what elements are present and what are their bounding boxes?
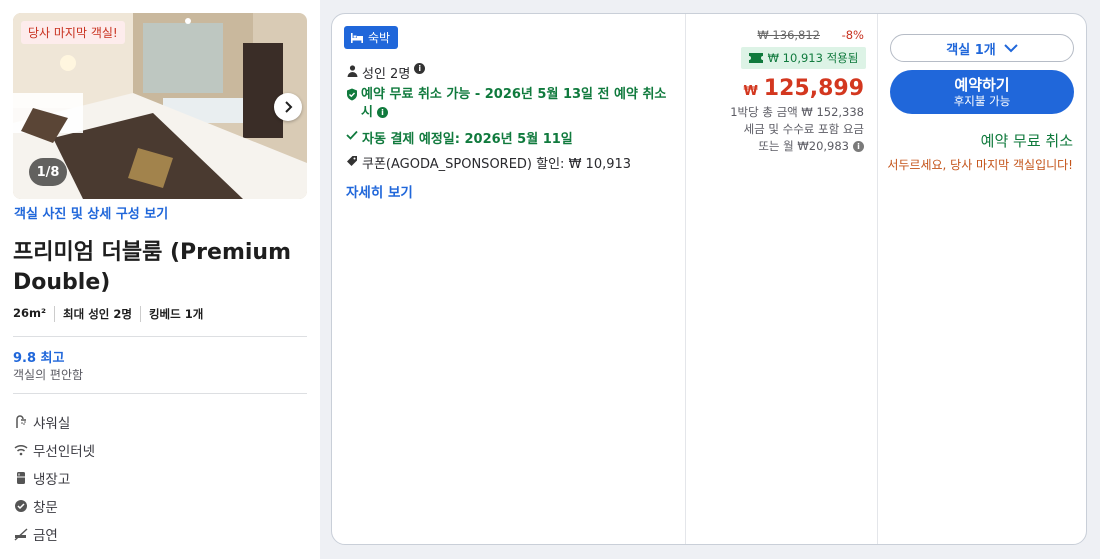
per-night-total: 1박당 총 금액 ₩ 152,338 — [730, 105, 864, 119]
room-specs: 26m² 최대 성인 2명 킹베드 1개 — [13, 306, 219, 322]
discount-percent: -8% — [841, 28, 864, 42]
coupon-applied-badge: ₩ 10,913 적용됨 — [741, 47, 866, 69]
auto-payment-row: 자동 결제 예정일: 2026년 5월 11일 — [345, 128, 573, 147]
shower-icon — [13, 414, 29, 430]
column-separator — [877, 14, 878, 544]
room-count-select[interactable]: 객실 1개 — [890, 34, 1074, 62]
person-icon — [345, 65, 359, 77]
divider — [13, 393, 307, 394]
bed-icon — [351, 32, 363, 43]
details-link[interactable]: 자세히 보기 — [346, 181, 413, 201]
auto-payment-text: 자동 결제 예정일: 2026년 5월 11일 — [362, 132, 573, 147]
free-cancel-row: 예약 무료 취소 가능 - 2026년 5월 13일 전 예약 취소 시i — [345, 86, 675, 122]
room-info-panel: 당사 마지막 객실! 1/8 객실 사진 및 상세 구성 보기 프리미엄 더블룸… — [0, 0, 320, 559]
next-photo-button[interactable] — [274, 93, 302, 121]
gallery-link[interactable]: 객실 사진 및 상세 구성 보기 — [14, 203, 168, 222]
final-price: ₩ 125,899 — [743, 76, 864, 101]
guests-row: 성인 2명 i — [345, 63, 426, 82]
info-icon[interactable]: i — [377, 107, 389, 118]
fridge-icon — [13, 470, 29, 486]
no-smoking-icon — [13, 526, 29, 542]
wifi-icon — [13, 442, 29, 458]
coupon-row: 쿠폰(AGODA_SPONSORED) 할인: ₩ 10,913 — [345, 153, 631, 172]
currency-symbol: ₩ — [743, 84, 758, 99]
room-title: 프리미엄 더블룸 (Premium Double) — [13, 240, 291, 295]
amenity-fridge: 냉장고 — [13, 468, 70, 488]
max-occupancy: 최대 성인 2명 — [63, 306, 141, 322]
window-check-icon — [13, 498, 29, 514]
stay-tag: 숙박 — [344, 26, 399, 49]
offer-card: 숙박 성인 2명 i 예약 무료 취소 가능 - 2026년 5월 13일 전 … — [331, 13, 1087, 545]
taxes-note: 세금 및 수수료 포함 요금 — [743, 122, 864, 136]
amenity-no-smoking: 금연 — [13, 524, 58, 544]
room-size: 26m² — [13, 306, 56, 322]
book-button[interactable]: 예약하기 후지불 가능 — [890, 70, 1074, 114]
comfort-score-label: 객실의 편안함 — [13, 368, 84, 382]
amenity-window: 창문 — [13, 496, 58, 516]
coupon-text: 쿠폰(AGODA_SPONSORED) 할인: ₩ 10,913 — [362, 157, 632, 172]
comfort-score: 9.8 최고 — [13, 351, 65, 366]
info-icon[interactable]: i — [414, 63, 426, 74]
bed-type: 킹베드 1개 — [148, 307, 204, 321]
price-amount: 125,899 — [763, 76, 864, 101]
column-separator — [685, 14, 686, 544]
chevron-down-icon — [1004, 43, 1018, 52]
free-cancel-label: 예약 무료 취소 — [980, 132, 1073, 150]
tag-icon — [345, 155, 359, 167]
original-price: ₩ 136,812 — [757, 28, 820, 42]
hurry-message: 서두르세요, 당사 마지막 객실입니다! — [887, 158, 1073, 172]
shield-check-icon — [345, 88, 358, 101]
amenity-wifi: 무선인터넷 — [13, 440, 95, 460]
divider — [13, 336, 307, 337]
chevron-right-icon — [285, 101, 293, 113]
monthly-price: 또는 월 ₩20,983 i — [758, 138, 864, 154]
ticket-icon — [748, 53, 763, 63]
check-icon — [345, 130, 359, 140]
last-room-badge: 당사 마지막 객실! — [21, 21, 125, 44]
photo-counter: 1/8 — [29, 158, 67, 186]
info-icon[interactable]: i — [853, 141, 864, 152]
guests-text: 성인 2명 — [362, 67, 411, 82]
free-cancel-note: 예약 무료 취소 가능 - 2026년 5월 13일 전 예약 취소 시 — [361, 87, 667, 120]
room-photo[interactable]: 당사 마지막 객실! 1/8 — [13, 13, 307, 199]
amenity-shower: 샤워실 — [13, 412, 70, 432]
